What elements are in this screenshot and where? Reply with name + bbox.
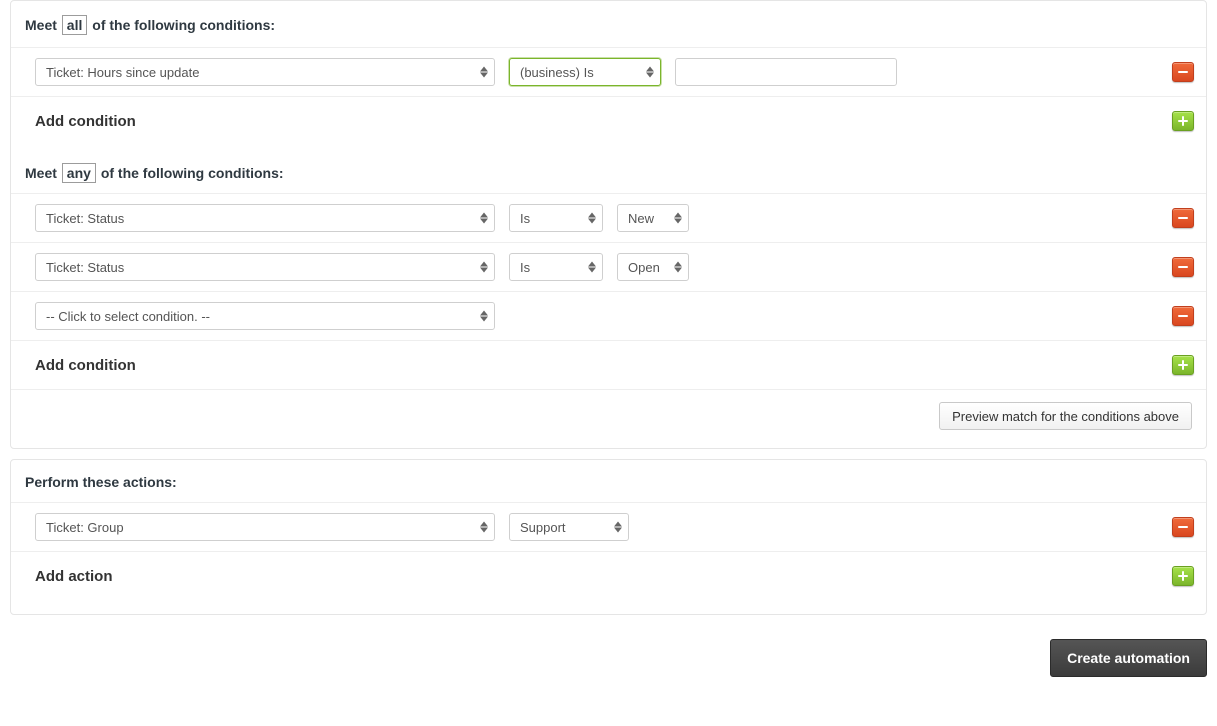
remove-condition-button[interactable]: [1172, 208, 1194, 228]
condition-field-select[interactable]: Ticket: Status: [35, 253, 495, 281]
chevrons-icon: [480, 67, 488, 78]
chevrons-icon: [480, 311, 488, 322]
heading-prefix: Meet: [25, 165, 57, 181]
select-value: Is: [520, 211, 530, 226]
qualifier-all[interactable]: all: [62, 15, 88, 35]
condition-field-select[interactable]: Ticket: Hours since update: [35, 58, 495, 86]
form-footer: Create automation: [10, 625, 1207, 677]
select-value: -- Click to select condition. --: [46, 309, 210, 324]
condition-operator-select[interactable]: Is: [509, 253, 603, 281]
add-condition-label: Add condition: [35, 357, 136, 374]
condition-row: Ticket: Status Is Open: [11, 242, 1206, 291]
action-field-select[interactable]: Ticket: Group: [35, 513, 495, 541]
select-value: (business) Is: [520, 65, 594, 80]
chevrons-icon: [588, 262, 596, 273]
add-condition-button[interactable]: [1172, 355, 1194, 375]
chevrons-icon: [480, 522, 488, 533]
condition-value-select[interactable]: New: [617, 204, 689, 232]
add-condition-label: Add condition: [35, 113, 136, 130]
add-action-button[interactable]: [1172, 566, 1194, 586]
chevrons-icon: [480, 213, 488, 224]
remove-action-button[interactable]: [1172, 517, 1194, 537]
add-action-row: Add action: [11, 551, 1206, 600]
select-value: Support: [520, 520, 566, 535]
plus-icon: [1177, 359, 1189, 371]
condition-value-input[interactable]: [675, 58, 897, 86]
heading-suffix: of the following conditions:: [92, 17, 275, 33]
add-condition-row: Add condition: [11, 340, 1206, 389]
minus-icon: [1177, 212, 1189, 224]
minus-icon: [1177, 66, 1189, 78]
action-row: Ticket: Group Support: [11, 502, 1206, 551]
button-label: Create automation: [1067, 650, 1190, 666]
minus-icon: [1177, 261, 1189, 273]
actions-panel: Perform these actions: Ticket: Group Sup…: [10, 459, 1207, 615]
chevrons-icon: [588, 213, 596, 224]
condition-row: Ticket: Status Is New: [11, 193, 1206, 242]
add-condition-button[interactable]: [1172, 111, 1194, 131]
select-value: Ticket: Group: [46, 520, 124, 535]
actions-heading: Perform these actions:: [11, 460, 1206, 502]
select-value: Open: [628, 260, 660, 275]
condition-field-select[interactable]: Ticket: Status: [35, 204, 495, 232]
chevrons-icon: [674, 262, 682, 273]
remove-condition-button[interactable]: [1172, 257, 1194, 277]
select-value: Is: [520, 260, 530, 275]
remove-condition-button[interactable]: [1172, 62, 1194, 82]
condition-operator-select[interactable]: (business) Is: [509, 58, 661, 86]
condition-field-select[interactable]: -- Click to select condition. --: [35, 302, 495, 330]
select-value: Ticket: Status: [46, 260, 124, 275]
qualifier-any[interactable]: any: [62, 163, 96, 183]
add-condition-row: Add condition: [11, 96, 1206, 145]
chevrons-icon: [674, 213, 682, 224]
button-label: Preview match for the conditions above: [952, 409, 1179, 424]
select-value: Ticket: Status: [46, 211, 124, 226]
condition-row: Ticket: Hours since update (business) Is: [11, 47, 1206, 96]
all-conditions-heading: Meet all of the following conditions:: [11, 1, 1206, 47]
heading-suffix: of the following conditions:: [101, 165, 284, 181]
preview-match-button[interactable]: Preview match for the conditions above: [939, 402, 1192, 430]
action-value-select[interactable]: Support: [509, 513, 629, 541]
plus-icon: [1177, 570, 1189, 582]
select-value: Ticket: Hours since update: [46, 65, 199, 80]
condition-operator-select[interactable]: Is: [509, 204, 603, 232]
minus-icon: [1177, 310, 1189, 322]
any-conditions-heading: Meet any of the following conditions:: [11, 145, 1206, 193]
condition-value-select[interactable]: Open: [617, 253, 689, 281]
chevrons-icon: [646, 67, 654, 78]
remove-condition-button[interactable]: [1172, 306, 1194, 326]
plus-icon: [1177, 115, 1189, 127]
create-automation-button[interactable]: Create automation: [1050, 639, 1207, 677]
select-value: New: [628, 211, 654, 226]
minus-icon: [1177, 521, 1189, 533]
chevrons-icon: [480, 262, 488, 273]
add-action-label: Add action: [35, 568, 113, 585]
condition-row: -- Click to select condition. --: [11, 291, 1206, 340]
chevrons-icon: [614, 522, 622, 533]
conditions-panel: Meet all of the following conditions: Ti…: [10, 0, 1207, 449]
heading-prefix: Meet: [25, 17, 57, 33]
